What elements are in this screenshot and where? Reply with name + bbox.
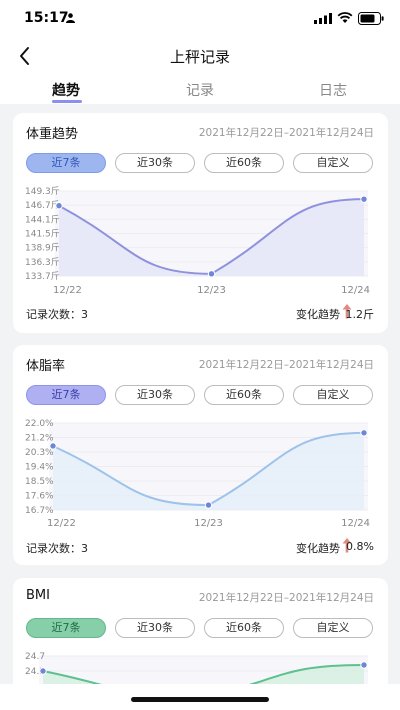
y-tick-label: 144.1斤 [25,214,60,225]
data-point [360,429,368,437]
y-tick-label: 21.2% [25,434,54,444]
trend-label: 变化趋势 [296,308,340,321]
card-title: 体重趋势 [26,127,79,142]
data-point [204,501,213,509]
status-time: 15:17 [24,10,69,26]
date-range: 2021年12月22日–2021年12月24日 [198,359,374,371]
data-point [207,270,216,278]
data-point [49,442,57,450]
data-point [55,202,63,210]
filter-custom-button[interactable]: 自定义 [293,385,373,405]
filter-custom-button[interactable]: 自定义 [293,153,373,173]
nav-bar: 上秤记录 [0,36,400,76]
filter-last-7-button[interactable]: 近7条 [26,618,106,638]
x-tick-label: 12/24 [341,518,370,529]
filter-last-7-button[interactable]: 近7条 [26,153,106,173]
filter-last-30-button[interactable]: 近30条 [115,385,195,405]
y-tick-label: 18.5% [25,477,54,487]
home-indicator [131,697,269,702]
battery-icon [358,12,384,25]
y-tick-label: 19.4% [25,463,54,473]
y-tick-label: 17.6% [25,492,54,502]
wifi-icon [337,12,353,23]
data-point [360,661,368,669]
card-title: BMI [26,588,50,603]
trend-label: 变化趋势 [296,542,340,555]
y-tick-label: 24.7 [25,652,45,662]
filter-last-60-button[interactable]: 近60条 [204,153,284,173]
record-count: 记录次数：3 [26,542,88,555]
filter-last-7-button[interactable]: 近7条 [26,385,106,405]
x-tick-label: 12/23 [194,518,223,529]
weight-trend-card: 体重趋势 2021年12月22日–2021年12月24日 近7条 近30条 近6… [13,113,388,333]
y-tick-label: 22.0% [25,419,54,429]
body-fat-chart: 22.0% 21.2% 20.3% 19.4% 18.5% 17.6% 16.7% 12/22… [25,419,370,529]
y-tick-label: 146.7斤 [25,200,60,211]
date-range: 2021年12月22日–2021年12月24日 [198,592,374,604]
x-tick-label: 12/23 [197,285,226,296]
record-count: 记录次数：3 [26,308,88,321]
y-tick-label: 136.3斤 [25,257,60,268]
data-point [360,195,368,203]
page-title: 上秤记录 [169,48,230,66]
tab-records[interactable]: 记录 [186,80,214,100]
x-tick-label: 12/22 [47,518,76,529]
trend-value: 1.2斤 [345,308,375,321]
tab-trend[interactable]: 趋势 [52,80,80,100]
tab-underline [52,100,82,103]
weight-chart: 149.3斤 146.7斤 144.1斤 141.5斤 138.9斤 136.3斤 133.… [25,186,370,296]
tab-bar: 趋势 记录 日志 [0,76,400,104]
y-tick-label: 138.9斤 [25,243,60,254]
body-fat-card: 体脂率 2021年12月22日–2021年12月24日 近7条 近30条 近60… [13,345,388,565]
filter-last-30-button[interactable]: 近30条 [115,153,195,173]
signal-icon [314,13,332,24]
filter-last-60-button[interactable]: 近60条 [204,618,284,638]
y-tick-label: 149.3斤 [25,186,60,197]
filter-custom-button[interactable]: 自定义 [293,618,373,638]
trend-value: 0.8% [346,540,374,553]
person-icon [66,13,75,23]
filter-last-30-button[interactable]: 近30条 [115,618,195,638]
y-tick-label: 16.7% [25,506,54,516]
x-tick-label: 12/24 [341,285,370,296]
filter-last-60-button[interactable]: 近60条 [204,385,284,405]
tab-log[interactable]: 日志 [319,80,347,100]
bmi-card: BMI 2021年12月22日–2021年12月24日 近7条 近30条 近60… [13,578,388,698]
data-point [39,667,47,675]
x-tick-label: 12/22 [53,285,82,296]
status-bar: 15:17 [0,0,400,36]
y-tick-label: 133.7斤 [25,271,60,282]
y-tick-label: 141.5斤 [25,229,60,240]
y-tick-label: 20.3% [25,448,54,458]
card-title: 体脂率 [26,359,66,374]
date-range: 2021年12月22日–2021年12月24日 [198,127,374,139]
